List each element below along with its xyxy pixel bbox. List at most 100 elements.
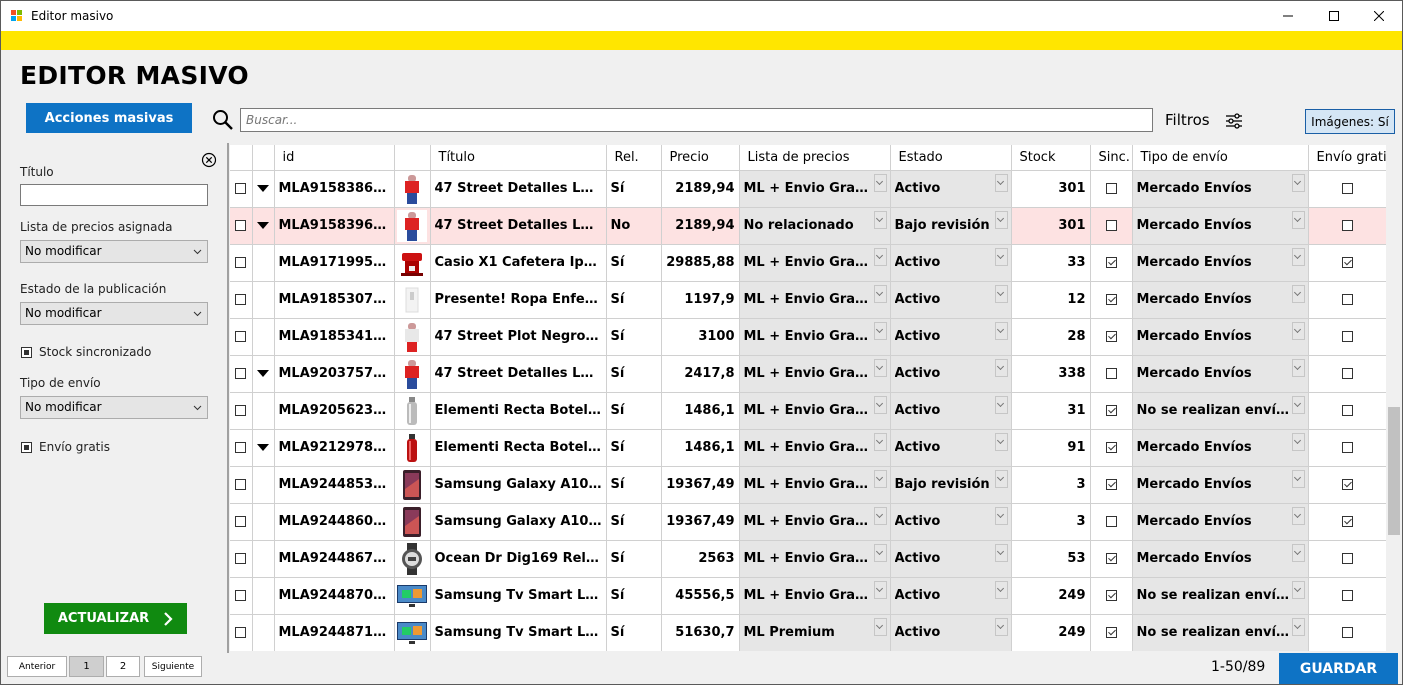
cell-sync[interactable] xyxy=(1090,503,1133,541)
row-select-checkbox[interactable] xyxy=(235,331,247,342)
row-expand-cell[interactable] xyxy=(252,429,275,467)
cell-free-shipping[interactable] xyxy=(1308,281,1386,319)
column-header-shipping[interactable]: Tipo de envío xyxy=(1132,145,1309,171)
dropdown-arrow-icon[interactable] xyxy=(1291,284,1305,303)
column-header-price[interactable]: Precio xyxy=(661,145,740,171)
sync-checkbox[interactable] xyxy=(1105,331,1117,342)
cell-free-shipping[interactable] xyxy=(1308,614,1386,651)
cell-stock[interactable]: 12 xyxy=(1011,281,1091,319)
row-select-checkbox[interactable] xyxy=(235,627,247,638)
cell-free-shipping[interactable] xyxy=(1308,355,1386,393)
sync-checkbox[interactable] xyxy=(1105,590,1117,601)
cell-sync[interactable] xyxy=(1090,355,1133,393)
cell-shipping[interactable]: Mercado Envíos xyxy=(1132,503,1309,541)
dropdown-arrow-icon[interactable] xyxy=(994,321,1008,340)
filters-label[interactable]: Filtros xyxy=(1165,111,1210,129)
row-select-cell[interactable] xyxy=(230,244,253,282)
row-select-checkbox[interactable] xyxy=(235,516,247,527)
cell-shipping[interactable]: Mercado Envíos xyxy=(1132,429,1309,467)
row-select-checkbox[interactable] xyxy=(235,405,247,416)
cell-free-shipping[interactable] xyxy=(1308,207,1386,245)
dropdown-arrow-icon[interactable] xyxy=(994,247,1008,266)
free-shipping-checkbox[interactable] xyxy=(21,442,32,453)
column-header-status[interactable]: Estado xyxy=(890,145,1012,171)
cell-sync[interactable] xyxy=(1090,577,1133,615)
vertical-scrollbar[interactable] xyxy=(1386,145,1402,651)
free-shipping-row-checkbox[interactable] xyxy=(1341,442,1353,453)
row-select-checkbox[interactable] xyxy=(235,479,247,490)
cell-stock[interactable]: 3 xyxy=(1011,503,1091,541)
row-select-cell[interactable] xyxy=(230,429,253,467)
cell-status[interactable]: Activo xyxy=(890,429,1012,467)
cell-stock[interactable]: 301 xyxy=(1011,207,1091,245)
cell-shipping[interactable]: No se realizan envíos xyxy=(1132,392,1309,430)
cell-status[interactable]: Activo xyxy=(890,318,1012,356)
cell-status[interactable]: Activo xyxy=(890,392,1012,430)
cell-free-shipping[interactable] xyxy=(1308,577,1386,615)
cell-price[interactable]: 2563 xyxy=(661,540,740,578)
sync-checkbox[interactable] xyxy=(1105,257,1117,268)
cell-status[interactable]: Activo xyxy=(890,577,1012,615)
table-row[interactable]: MLA921297880 Elementi Recta Botella ... Sí… xyxy=(230,429,1386,467)
cell-title[interactable]: Samsung Galaxy A10 3... xyxy=(430,466,607,504)
dropdown-arrow-icon[interactable] xyxy=(994,284,1008,303)
cell-sync[interactable] xyxy=(1090,244,1133,282)
cell-sync[interactable] xyxy=(1090,466,1133,504)
cell-price[interactable]: 2189,94 xyxy=(661,207,740,245)
save-button[interactable]: GUARDAR xyxy=(1279,653,1398,684)
sync-checkbox[interactable] xyxy=(1105,553,1117,564)
bulk-actions-button[interactable]: Acciones masivas xyxy=(26,103,192,133)
cell-status[interactable]: Activo xyxy=(890,540,1012,578)
cell-title[interactable]: Presente! Ropa Enferm... xyxy=(430,281,607,319)
dropdown-arrow-icon[interactable] xyxy=(1291,173,1305,192)
cell-price-list[interactable]: ML + Envio Gratis xyxy=(739,170,891,208)
cell-price-list[interactable]: ML + Envio Gratis xyxy=(739,318,891,356)
cell-free-shipping[interactable] xyxy=(1308,244,1386,282)
cell-price[interactable]: 2189,94 xyxy=(661,170,740,208)
cell-free-shipping[interactable] xyxy=(1308,429,1386,467)
dropdown-arrow-icon[interactable] xyxy=(994,543,1008,562)
cell-stock[interactable]: 91 xyxy=(1011,429,1091,467)
cell-title[interactable]: Ocean Dr Dig169 Reloj... xyxy=(430,540,607,578)
search-icon[interactable] xyxy=(212,109,234,131)
free-shipping-row-checkbox[interactable] xyxy=(1341,627,1353,638)
cell-shipping[interactable]: Mercado Envíos xyxy=(1132,244,1309,282)
row-select-cell[interactable] xyxy=(230,503,253,541)
cell-status[interactable]: Activo xyxy=(890,244,1012,282)
free-shipping-row-checkbox[interactable] xyxy=(1341,183,1353,194)
dropdown-arrow-icon[interactable] xyxy=(994,580,1008,599)
next-page-button[interactable]: Siguiente xyxy=(144,656,202,677)
free-shipping-row-checkbox[interactable] xyxy=(1341,368,1353,379)
dropdown-arrow-icon[interactable] xyxy=(1291,358,1305,377)
cell-shipping[interactable]: Mercado Envíos xyxy=(1132,281,1309,319)
cell-free-shipping[interactable] xyxy=(1308,540,1386,578)
dropdown-arrow-icon[interactable] xyxy=(873,469,887,488)
column-header-title[interactable]: Título xyxy=(430,145,607,171)
cell-sync[interactable] xyxy=(1090,281,1133,319)
row-select-cell[interactable] xyxy=(230,207,253,245)
cell-sync[interactable] xyxy=(1090,207,1133,245)
sync-checkbox[interactable] xyxy=(1105,183,1117,194)
row-select-cell[interactable] xyxy=(230,614,253,651)
dropdown-arrow-icon[interactable] xyxy=(994,617,1008,636)
free-shipping-row-checkbox[interactable] xyxy=(1341,294,1353,305)
sync-checkbox[interactable] xyxy=(1105,220,1117,231)
close-window-button[interactable] xyxy=(1356,1,1402,31)
cell-price-list[interactable]: ML Premium xyxy=(739,614,891,651)
cell-price-list[interactable]: ML + Envio Gratis xyxy=(739,281,891,319)
row-expand-cell[interactable] xyxy=(252,170,275,208)
free-shipping-row-checkbox[interactable] xyxy=(1341,331,1353,342)
cell-shipping[interactable]: Mercado Envíos xyxy=(1132,170,1309,208)
table-row[interactable]: MLA924486781 Ocean Dr Dig169 Reloj... Sí 25… xyxy=(230,540,1386,578)
dropdown-arrow-icon[interactable] xyxy=(994,469,1008,488)
cell-free-shipping[interactable] xyxy=(1308,318,1386,356)
title-filter-input[interactable] xyxy=(20,184,208,206)
cell-price[interactable]: 19367,49 xyxy=(661,466,740,504)
table-row[interactable]: MLA915838641 47 Street Detalles Late... Sí… xyxy=(230,170,1386,208)
cell-price-list[interactable]: ML + Envio Gratis xyxy=(739,503,891,541)
dropdown-arrow-icon[interactable] xyxy=(873,321,887,340)
cell-shipping[interactable]: Mercado Envíos xyxy=(1132,207,1309,245)
cell-free-shipping[interactable] xyxy=(1308,170,1386,208)
cell-shipping[interactable]: No se realizan envíos xyxy=(1132,577,1309,615)
dropdown-arrow-icon[interactable] xyxy=(994,432,1008,451)
